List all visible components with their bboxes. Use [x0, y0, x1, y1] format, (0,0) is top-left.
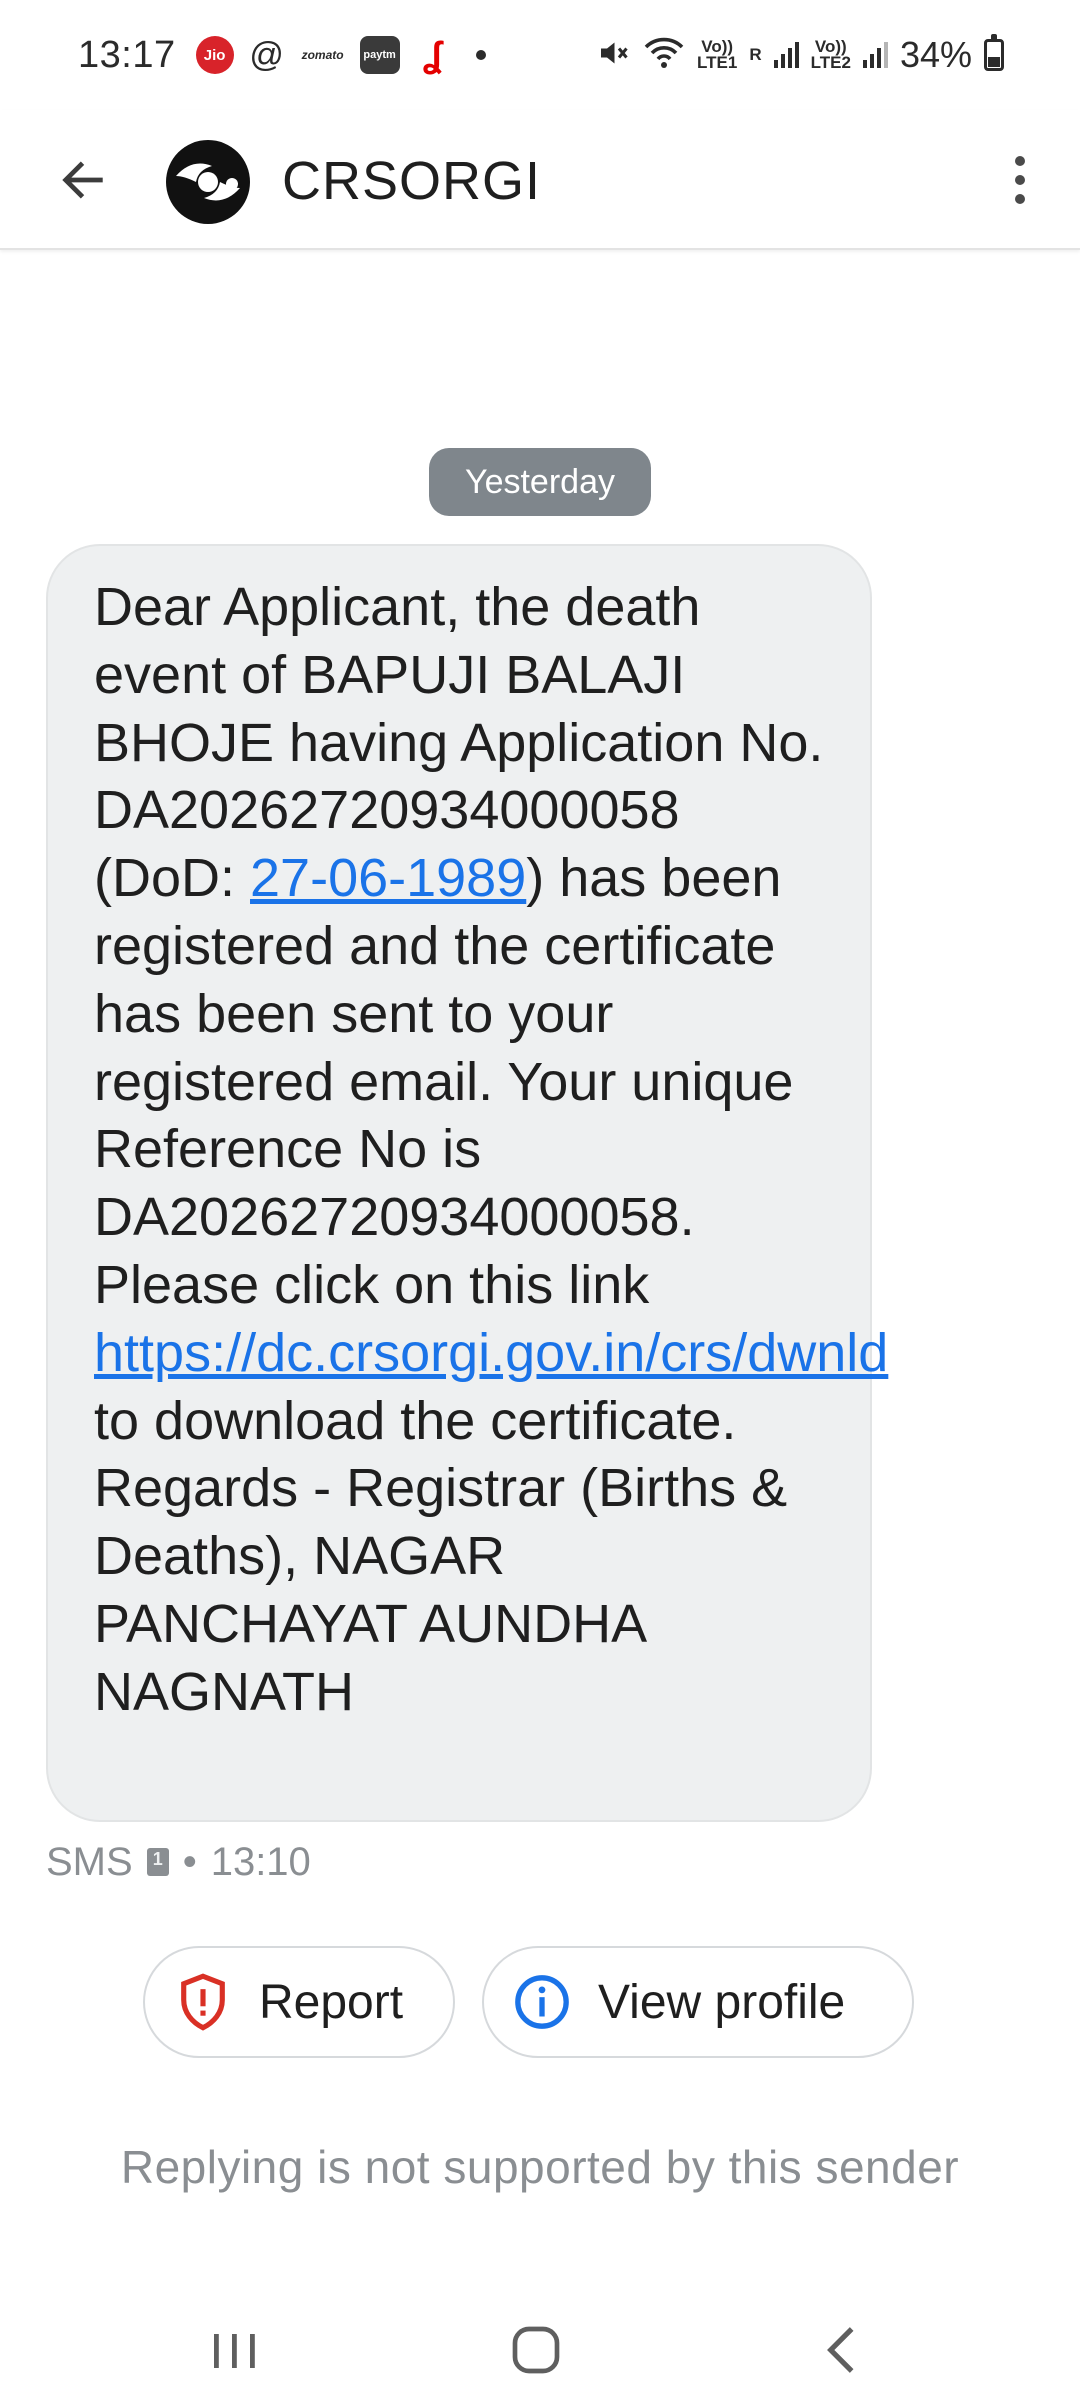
- sim2-volte-label: Vo)) LTE2: [810, 38, 851, 72]
- shield-alert-icon: [173, 1972, 233, 2032]
- message-meta: SMS • 13:10: [46, 1832, 311, 1892]
- home-icon: [512, 2326, 560, 2374]
- sim2-signal-icon: [862, 42, 888, 68]
- reply-not-supported-note: Replying is not supported by this sender: [120, 2141, 960, 2193]
- sender-avatar[interactable]: [162, 136, 254, 228]
- recents-icon: [214, 2334, 255, 2368]
- sim-1-icon: [146, 1848, 169, 1876]
- recent-apps-button[interactable]: [174, 2310, 294, 2390]
- status-bar: 13:17 Jio @ zomato paytm ʆ Vo)) LTE1 R V…: [0, 0, 1080, 110]
- system-back-button[interactable]: [780, 2310, 900, 2390]
- paytm-icon: paytm: [359, 36, 400, 74]
- report-label: Report: [259, 1975, 404, 2029]
- sim1-signal-icon: [773, 42, 799, 68]
- sim1-volte-label: Vo)) LTE1: [697, 38, 738, 72]
- more-notifications-icon: [475, 50, 486, 60]
- mute-icon: [595, 35, 631, 76]
- more-dot: [1015, 175, 1025, 185]
- zomato-icon: zomato: [301, 48, 344, 62]
- more-dot: [1015, 156, 1025, 166]
- jio-icon: Jio: [195, 36, 234, 74]
- message-text-part: ) has been registered and the certificat…: [94, 848, 809, 1315]
- view-profile-label: View profile: [598, 1975, 846, 2029]
- date-divider: Yesterday: [429, 448, 651, 516]
- sim1-roaming: R: [749, 45, 762, 64]
- more-dot: [1015, 194, 1025, 204]
- message-text: Dear Applicant, the death event of BAPUJ…: [94, 574, 888, 1727]
- report-button[interactable]: Report: [143, 1946, 455, 2058]
- download-url-link[interactable]: https://dc.crsorgi.gov.in/crs/dwnld: [94, 1323, 888, 1383]
- message-bubble[interactable]: Dear Applicant, the death event of BAPUJ…: [46, 544, 888, 1822]
- message-time: 13:10: [210, 1839, 311, 1884]
- home-button[interactable]: [476, 2310, 596, 2390]
- status-time: 13:17: [78, 33, 176, 76]
- date-link[interactable]: 27-06-1989: [250, 848, 526, 908]
- threads-icon: @: [249, 35, 284, 74]
- sim2-label-bottom: LTE2: [810, 53, 851, 72]
- airtel-icon: ʆ: [422, 34, 443, 75]
- more-options-button[interactable]: [990, 140, 1050, 220]
- arrow-left-icon: [62, 161, 103, 199]
- battery-percent: 34%: [899, 34, 972, 75]
- meta-separator: •: [182, 1839, 197, 1884]
- view-profile-button[interactable]: View profile: [482, 1946, 914, 2058]
- sender-name[interactable]: CRSORGI: [282, 146, 541, 216]
- crsorgi-logo-icon: [166, 140, 250, 224]
- message-type: SMS: [46, 1839, 133, 1884]
- system-nav-bar: [0, 2290, 1080, 2400]
- sim1-label-bottom: LTE1: [697, 53, 738, 72]
- battery-icon: [984, 34, 1004, 71]
- status-right: Vo)) LTE1 R Vo)) LTE2 34%: [595, 34, 1004, 76]
- conversation-header: CRSORGI: [0, 110, 1080, 250]
- chevron-left-icon: [827, 2327, 854, 2373]
- status-left: 13:17 Jio @ zomato paytm ʆ: [78, 34, 486, 77]
- info-icon: [512, 1972, 572, 2032]
- messages-screen: 13:17 Jio @ zomato paytm ʆ Vo)) LTE1 R V…: [0, 0, 1080, 2400]
- wifi-icon: [643, 35, 685, 76]
- back-button[interactable]: [48, 140, 118, 220]
